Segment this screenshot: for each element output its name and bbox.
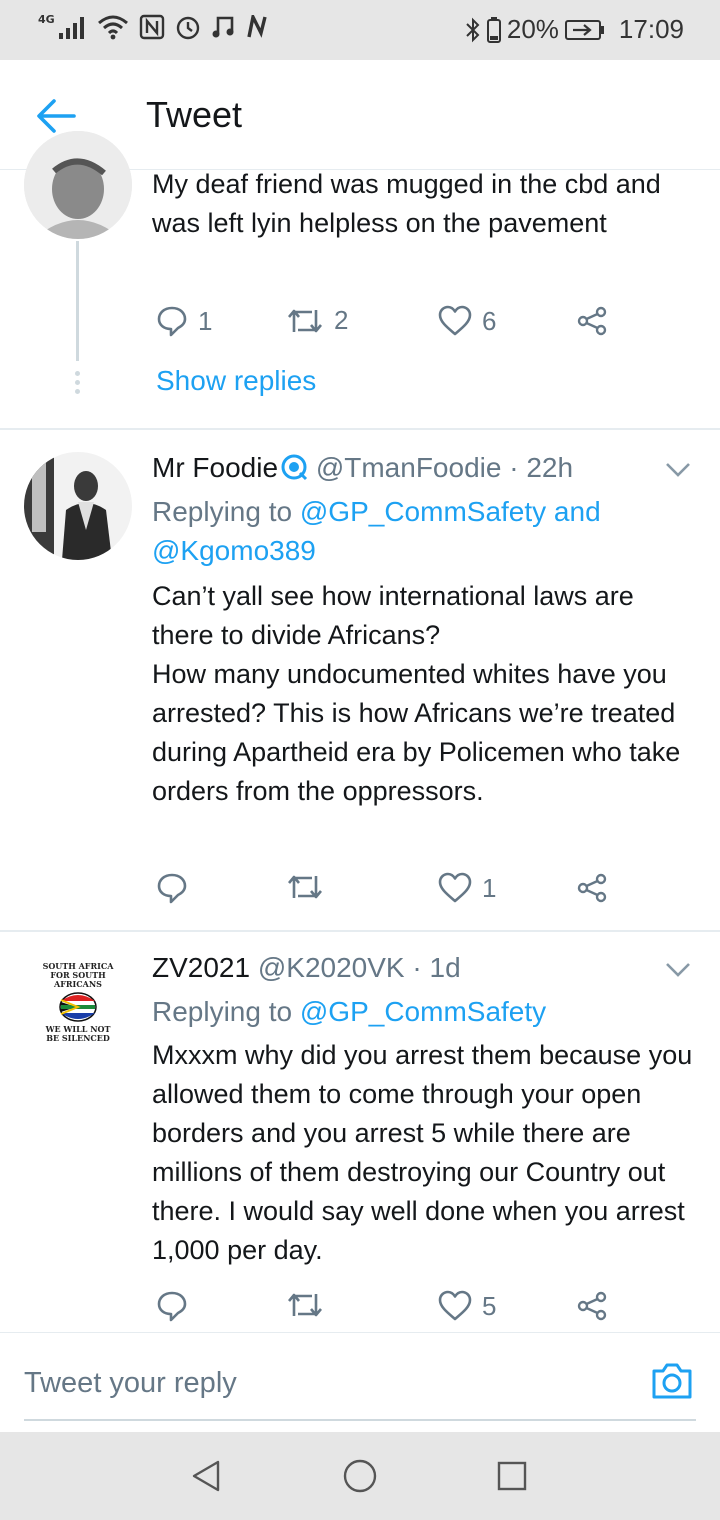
like-button[interactable]: 1 <box>438 872 496 904</box>
show-replies-link[interactable]: Show replies <box>156 365 316 397</box>
user-handle[interactable]: @TmanFoodie <box>316 452 502 483</box>
reply-input[interactable] <box>24 1361 624 1405</box>
reply-button[interactable] <box>156 872 198 904</box>
replying-to-label: Replying to <box>152 496 293 527</box>
battery-percent: 20% <box>506 14 559 44</box>
retweet-icon <box>288 875 322 899</box>
nfc-icon <box>139 14 164 40</box>
tweet-text: Can’t yall see how international laws ar… <box>152 581 681 806</box>
retweet-button[interactable] <box>286 1290 334 1320</box>
n-notification-icon <box>247 15 267 38</box>
mention-link[interactable]: @GP_CommSafety and <box>300 496 601 527</box>
verified-badge-icon <box>281 454 308 481</box>
avatar-image-icon <box>24 131 132 239</box>
bluetooth-icon <box>466 17 480 42</box>
replying-to-label: Replying to <box>152 996 293 1027</box>
charging-icon <box>564 19 604 40</box>
thread-dots <box>72 371 82 398</box>
wifi-icon <box>97 15 128 40</box>
share-button[interactable] <box>576 872 608 904</box>
status-bar-right: 20% 17:09 <box>465 14 684 45</box>
display-name[interactable]: Mr Foodie <box>152 452 278 483</box>
mention-link[interactable]: @GP_CommSafety <box>300 996 546 1027</box>
thread-line <box>76 241 79 361</box>
tweet-text: Mxxxm why did you arrest them because yo… <box>152 1040 693 1265</box>
share-button[interactable] <box>576 1290 608 1322</box>
like-count: 5 <box>482 1290 497 1321</box>
like-button[interactable]: 5 <box>438 1290 496 1322</box>
display-name[interactable]: ZV2021 <box>152 952 250 983</box>
chevron-down-icon[interactable] <box>664 960 692 980</box>
tweet-time: · 1d <box>412 952 461 983</box>
avatar-text-top: SOUTH AFRICA FOR SOUTH AFRICANS <box>42 961 114 989</box>
battery-low-icon <box>486 16 501 43</box>
retweet-button[interactable]: 2 <box>286 305 348 336</box>
status-bar-left: 4G <box>38 12 269 40</box>
like-button[interactable]: 6 <box>438 305 496 337</box>
share-button[interactable] <box>576 305 608 337</box>
tweet-time: · 22h <box>509 452 574 483</box>
tweet-header: Mr Foodie @TmanFoodie · 22h <box>152 452 573 484</box>
reply-composer <box>0 1332 720 1432</box>
retweet-icon <box>288 1293 322 1317</box>
back-arrow-icon[interactable] <box>36 98 76 134</box>
status-bar: 4G 20% 17:09 <box>0 0 720 60</box>
camera-icon[interactable] <box>650 1361 694 1401</box>
avatar[interactable]: SOUTH AFRICA FOR SOUTH AFRICANS WE WILL … <box>24 962 132 1070</box>
heart-icon <box>438 1290 472 1321</box>
tweet-actions: 1 2 6 <box>152 305 622 345</box>
nav-recents-icon[interactable] <box>494 1458 530 1494</box>
chevron-down-icon[interactable] <box>664 460 692 480</box>
replying-to: Replying to @GP_CommSafety and @Kgomo389 <box>152 492 672 570</box>
tweet-actions: 1 <box>152 872 622 912</box>
tweet-header: ZV2021 @K2020VK · 1d <box>152 952 461 984</box>
share-icon <box>577 306 607 336</box>
system-nav-bar <box>0 1432 720 1520</box>
reply-tweet-1[interactable]: My deaf friend was mugged in the cbd and… <box>0 131 720 426</box>
avatar-image-icon <box>24 452 132 560</box>
music-icon <box>212 16 234 38</box>
heart-icon <box>438 872 472 903</box>
reply-tweet-2[interactable]: Mr Foodie @TmanFoodie · 22h Replying to … <box>0 430 720 930</box>
reply-icon <box>157 1291 187 1322</box>
avatar-text-bottom: WE WILL NOT BE SILENCED <box>45 1024 111 1043</box>
page-title: Tweet <box>146 94 243 135</box>
heart-icon <box>438 305 472 336</box>
reply-button[interactable] <box>156 1290 198 1322</box>
nav-back-icon[interactable] <box>188 1458 224 1494</box>
signal-icon <box>58 17 84 39</box>
reply-icon <box>157 306 187 337</box>
nav-home-icon[interactable] <box>342 1458 378 1494</box>
mention-link[interactable]: @Kgomo389 <box>152 535 316 566</box>
retweet-icon <box>288 309 322 332</box>
tweet-actions: 5 <box>152 1290 622 1330</box>
reply-icon <box>157 873 187 904</box>
share-icon <box>577 873 607 903</box>
reply-tweet-3[interactable]: SOUTH AFRICA FOR SOUTH AFRICANS WE WILL … <box>0 932 720 1332</box>
reply-count: 1 <box>198 305 213 336</box>
reply-underline <box>24 1419 696 1421</box>
user-handle[interactable]: @K2020VK <box>258 952 405 983</box>
replying-to: Replying to @GP_CommSafety <box>152 992 672 1031</box>
like-count: 1 <box>482 872 497 903</box>
clock: 17:09 <box>618 14 684 44</box>
tweet-text: My deaf friend was mugged in the cbd and… <box>152 169 661 238</box>
network-type: 4G <box>38 12 55 26</box>
avatar[interactable] <box>24 452 132 560</box>
sa-flag-icon <box>59 992 97 1022</box>
retweet-count: 2 <box>334 305 349 335</box>
like-count: 6 <box>482 305 497 336</box>
alarm-icon <box>176 16 199 40</box>
avatar[interactable] <box>24 131 132 239</box>
share-icon <box>577 1291 607 1321</box>
retweet-button[interactable] <box>286 872 334 902</box>
reply-button[interactable]: 1 <box>156 305 212 337</box>
